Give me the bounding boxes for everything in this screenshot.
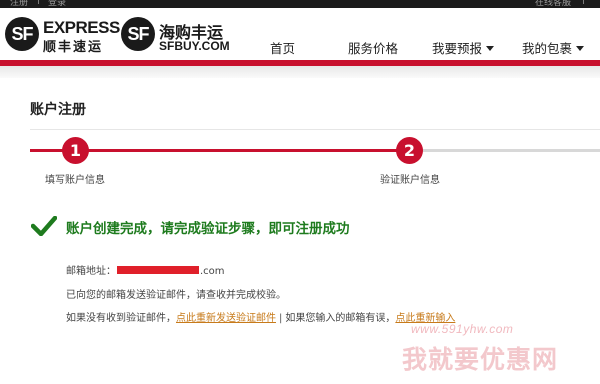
login-link[interactable]: 登录 [48,0,66,8]
checkmark-icon [31,216,57,236]
watermark-logo: 我就要优惠网 [402,345,559,374]
step-2-label: 验证账户信息 [380,175,440,186]
nav-forecast-dropdown[interactable]: 我要预报 [432,38,495,57]
online-service-link[interactable]: 在线客服 [535,0,571,8]
register-link[interactable]: 注册 [10,0,28,8]
redacted-email [117,266,199,274]
wrong-email-prefix: 如果您输入的邮箱有误， [285,313,396,324]
sfbuy-logo-en: SFBUY.COM [159,39,230,53]
nav-home[interactable]: 首页 [270,38,295,57]
nav-my-packages-dropdown[interactable]: 我的包裹 [522,38,585,57]
nav-forecast-label: 我要预报 [432,41,483,56]
header-shadow [0,66,600,78]
topbar-separator-right: | [582,0,586,5]
caret-down-icon [576,46,585,51]
sf-express-logo-en: EXPRESS [43,18,120,37]
progress-line-remaining [410,149,600,152]
nav-service-price[interactable]: 服务价格 [348,38,398,57]
watermark-url: www.591yhw.com [411,322,514,336]
email-address-row: 邮箱地址： .com [66,262,225,277]
sfbuy-logo[interactable]: SF 海购丰运 SFBUY.COM [121,17,230,53]
step-2-circle: 2 [396,137,423,164]
nav-service-price-label: 服务价格 [348,41,399,56]
topbar-separator: | [37,0,41,5]
sf-express-logo-cn: 顺丰速运 [43,40,104,55]
step-1-label: 填写账户信息 [45,175,105,186]
sf-express-logo[interactable]: SF EXPRESS 顺丰速运 [5,17,120,55]
resend-separator: | [279,313,283,324]
email-suffix: .com [200,266,225,277]
resend-email-link[interactable]: 点此重新发送验证邮件 [176,313,276,324]
page-title: 账户注册 [30,102,86,118]
step-1-circle: 1 [62,137,89,164]
success-message: 账户创建完成，请完成验证步骤，即可注册成功 [66,221,350,237]
top-bar: 注册 | 登录 在线客服 | [0,0,600,8]
resend-prefix: 如果没有收到验证邮件， [66,313,176,324]
email-label: 邮箱地址： [66,266,116,277]
nav-home-label: 首页 [270,41,296,56]
sf-logo-icon: SF [5,17,39,51]
sent-notice: 已向您的邮箱发送验证邮件，请查收并完成校验。 [66,290,286,301]
title-divider [30,129,600,130]
nav-my-packages-label: 我的包裹 [522,41,573,56]
caret-down-icon [486,46,495,51]
sf-logo-icon: SF [121,17,155,51]
site-header: SF EXPRESS 顺丰速运 SF 海购丰运 SFBUY.COM 首页 服务价… [0,8,600,60]
resend-row: 如果没有收到验证邮件，点此重新发送验证邮件 | 如果您输入的邮箱有误，点此重新输入 [66,309,455,324]
